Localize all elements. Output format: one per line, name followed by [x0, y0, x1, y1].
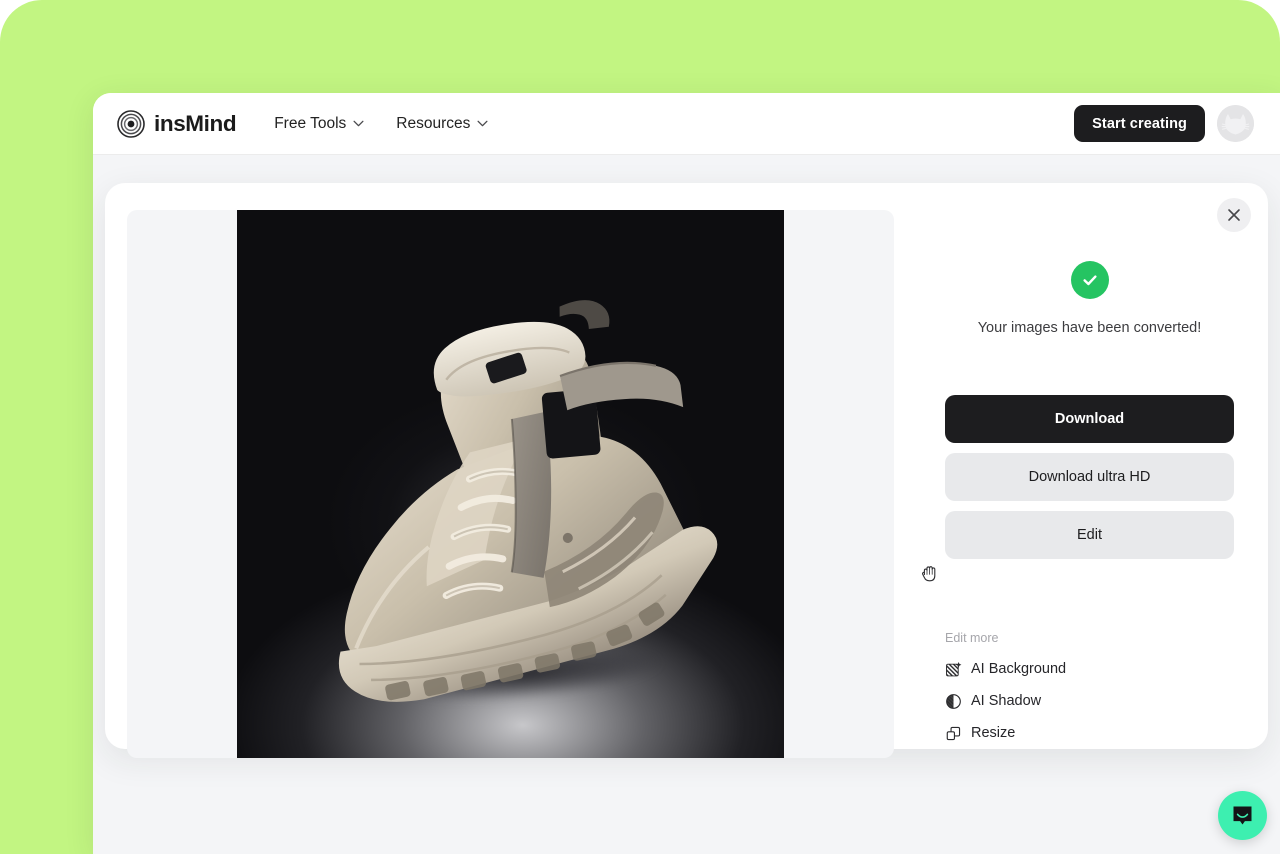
top-navigation-bar: insMind Free Tools Resources Start creat…: [93, 93, 1280, 155]
nav-item-resources[interactable]: Resources: [396, 115, 488, 133]
default-user-avatar-icon: [1217, 105, 1254, 142]
ai-shadow-icon: [946, 693, 961, 709]
close-icon: [1228, 209, 1240, 221]
edit-more-section: Edit more AI Background AI Shadow Resize: [945, 631, 1234, 749]
sneaker-illustration: [338, 300, 718, 702]
ai-background-icon: [946, 661, 962, 676]
result-modal: Your images have been converted! Downloa…: [105, 183, 1268, 758]
nav-item-resources-label: Resources: [396, 114, 471, 132]
success-check-icon: [1070, 261, 1109, 299]
edit-item-ai-background[interactable]: AI Background: [945, 653, 1234, 685]
edit-more-label: Edit more: [945, 631, 999, 645]
avatar[interactable]: [1217, 105, 1254, 142]
edit-item-ai-background-label: AI Background: [971, 661, 1067, 677]
resize-icon: [946, 726, 961, 740]
nav-links: Free Tools Resources: [274, 115, 488, 133]
image-preview-canvas[interactable]: [127, 210, 894, 758]
edit-button[interactable]: Edit: [945, 511, 1234, 559]
brand-logo[interactable]: insMind: [117, 109, 237, 138]
edit-item-ai-shadow[interactable]: AI Shadow: [945, 685, 1234, 717]
download-button[interactable]: Download: [945, 395, 1234, 443]
result-image[interactable]: [237, 210, 784, 758]
edit-item-resize[interactable]: Resize: [945, 717, 1234, 749]
chevron-down-icon: [353, 120, 364, 127]
close-button[interactable]: [1217, 198, 1251, 232]
browser-window: insMind Free Tools Resources Start creat…: [93, 93, 1280, 854]
check-glyph: [1082, 275, 1097, 286]
conversion-status: Your images have been converted!: [945, 261, 1234, 336]
chat-bubble-icon: [1233, 806, 1252, 825]
download-ultra-hd-button[interactable]: Download ultra HD: [945, 453, 1234, 501]
nav-right-cluster: Start creating: [1074, 105, 1254, 142]
concentric-circles-logo-icon: [117, 109, 145, 138]
grab-hand-cursor-icon: [922, 566, 936, 582]
page-root: insMind Free Tools Resources Start creat…: [0, 0, 1280, 854]
edit-item-ai-shadow-label: AI Shadow: [971, 693, 1042, 709]
status-message: Your images have been converted!: [977, 320, 1202, 336]
nav-item-free-tools-label: Free Tools: [274, 114, 347, 132]
brand-name: insMind: [154, 110, 237, 136]
chat-launcher-button[interactable]: [1218, 791, 1267, 840]
start-creating-button[interactable]: Start creating: [1074, 105, 1205, 142]
chevron-down-icon: [477, 120, 488, 127]
nav-item-free-tools[interactable]: Free Tools: [274, 115, 364, 133]
result-panel: Your images have been converted! Downloa…: [911, 183, 1268, 749]
edit-item-resize-label: Resize: [971, 725, 1016, 741]
action-buttons: Download Download ultra HD Edit: [945, 395, 1234, 559]
app-body: Your images have been converted! Downloa…: [93, 155, 1280, 854]
